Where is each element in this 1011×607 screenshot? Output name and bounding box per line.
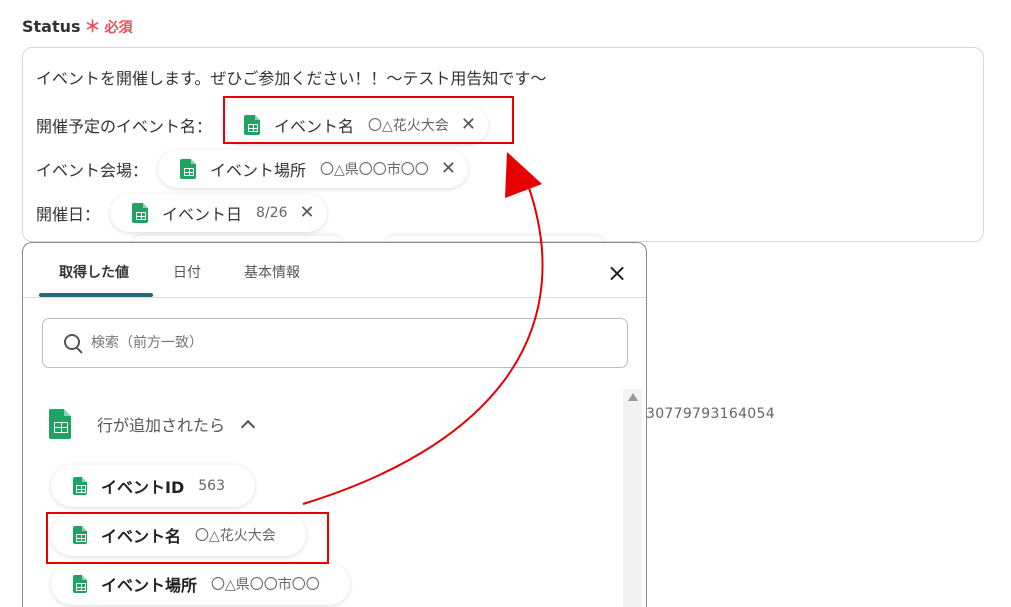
chip-name: イベント場所 [210, 161, 307, 180]
section-title: 行が追加されたら [97, 416, 226, 435]
list-item-event-location[interactable]: イベント場所 〇△県〇〇市〇〇 [51, 563, 350, 605]
close-icon[interactable]: ✕ [441, 160, 456, 178]
line-prefix-venue: イベント会場： [36, 161, 149, 180]
annotation-highlight-box [223, 96, 514, 144]
required-label: 必須 [104, 20, 133, 36]
message-editor[interactable]: イベントを開催します。ぜひご参加ください！！〜テスト用告知です〜 開催予定のイベ… [22, 47, 984, 242]
google-sheets-icon [180, 159, 197, 179]
item-value: 563 [198, 478, 225, 494]
background-id-text: 30779793164054 [646, 406, 775, 422]
close-icon[interactable]: × [607, 261, 627, 285]
chevron-up-icon[interactable] [240, 419, 256, 435]
google-sheets-icon [132, 203, 149, 223]
section-header[interactable]: 行が追加されたら [49, 409, 256, 439]
google-sheets-icon [73, 575, 87, 593]
item-name: イベント場所 [101, 576, 198, 595]
search-box[interactable] [42, 318, 628, 368]
required-asterisk-icon: ＊ [84, 17, 101, 36]
line-prefix-date: 開催日： [36, 205, 101, 224]
item-value: 〇△県〇〇市〇〇 [211, 577, 320, 593]
field-label-text: Status [22, 17, 81, 36]
scroll-up-arrow-icon[interactable] [628, 393, 638, 401]
line-prefix-event-name: 開催予定のイベント名： [36, 117, 213, 136]
google-sheets-icon [49, 409, 71, 439]
tab-basic-info[interactable]: 基本情報 [244, 262, 300, 282]
variable-chip-event-date[interactable]: イベント日 8/26 ✕ [110, 194, 327, 232]
scrollbar[interactable] [623, 389, 642, 607]
chip-value: 8/26 [256, 205, 288, 221]
tab-bar: 取得した値 日付 基本情報 × [23, 243, 646, 298]
variable-chip-event-location[interactable]: イベント場所 〇△県〇〇市〇〇 ✕ [158, 150, 468, 188]
item-name: イベントID [101, 478, 185, 497]
chip-value: 〇△県〇〇市〇〇 [320, 162, 429, 178]
editor-line-1: イベントを開催します。ぜひご参加ください！！〜テスト用告知です〜 [36, 69, 547, 88]
tab-date[interactable]: 日付 [173, 262, 201, 282]
editor-line-3: イベント会場： イベント場所 〇△県〇〇市〇〇 ✕ [36, 150, 468, 188]
field-label: Status ＊ 必須 [22, 13, 133, 37]
list-item-event-id[interactable]: イベントID 563 [51, 465, 255, 507]
close-icon[interactable]: ✕ [299, 204, 314, 222]
editor-line-4: 開催日： イベント日 8/26 ✕ [36, 194, 327, 232]
active-tab-indicator [39, 293, 153, 297]
search-icon [63, 333, 83, 353]
annotation-highlight-box [46, 512, 329, 564]
chip-name: イベント日 [162, 205, 243, 224]
google-sheets-icon [73, 477, 87, 495]
search-input[interactable] [91, 335, 571, 351]
tab-acquired-values[interactable]: 取得した値 [59, 262, 129, 282]
